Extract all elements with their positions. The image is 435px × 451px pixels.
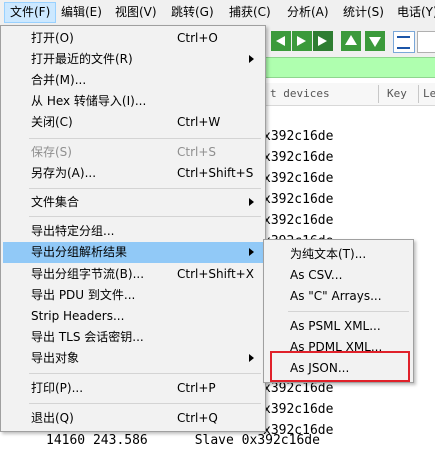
submenu-arrow-icon: [249, 198, 254, 206]
packet-row[interactable]: x392c16de: [263, 168, 435, 189]
menu-item-shortcut: Ctrl+O: [177, 31, 218, 45]
menu-item-strip-headers[interactable]: Strip Headers...: [3, 306, 263, 327]
go-forward-icon[interactable]: [292, 31, 312, 51]
menu-item-save[interactable]: 保存(S) Ctrl+S: [3, 142, 263, 163]
packet-row[interactable]: x392c16de: [263, 126, 435, 147]
menu-file[interactable]: 文件(F): [4, 2, 57, 23]
menu-item-export-dissections[interactable]: 导出分组解析结果: [3, 242, 263, 263]
menu-item-label: 保存(S): [31, 145, 72, 159]
menu-item-export-objects[interactable]: 导出对象: [3, 348, 263, 369]
menu-capture[interactable]: 捕获(C): [224, 3, 276, 22]
submenu-arrow-icon: [249, 354, 254, 362]
menu-item-import-hex[interactable]: 从 Hex 转储导入(I)...: [3, 91, 263, 112]
menu-item-label: 导出分组字节流(B)...: [31, 267, 145, 281]
auto-scroll-icon[interactable]: [393, 31, 415, 53]
go-last-packet-icon[interactable]: [365, 31, 385, 51]
menu-item-save-as[interactable]: 另存为(A)... Ctrl+Shift+S: [3, 163, 263, 184]
menu-edit[interactable]: 编辑(E): [56, 3, 107, 22]
menu-item-export-tls-keys[interactable]: 导出 TLS 会话密钥...: [3, 327, 263, 348]
menu-item-label: 导出 PDU 到文件...: [31, 288, 136, 302]
submenu-item-psml[interactable]: As PSML XML...: [266, 316, 411, 337]
menu-item-label: 关闭(C): [31, 115, 73, 129]
menu-bar: 文件(F) 编辑(E) 视图(V) 跳转(G) 捕获(C) 分析(A) 统计(S…: [0, 0, 435, 26]
menu-item-print[interactable]: 打印(P)... Ctrl+P: [3, 378, 263, 399]
menu-item-shortcut: Ctrl+S: [177, 145, 217, 159]
column-key[interactable]: Key: [387, 87, 407, 100]
menu-item-shortcut: Ctrl+P: [177, 381, 216, 395]
submenu-item-label: As PSML XML...: [290, 319, 381, 333]
menu-item-shortcut: Ctrl+Q: [177, 411, 218, 425]
go-back-icon[interactable]: [271, 31, 291, 51]
menu-item-file-set[interactable]: 文件集合: [3, 192, 263, 213]
submenu-item-csv[interactable]: As CSV...: [266, 265, 411, 286]
menu-analyze[interactable]: 分析(A): [282, 3, 334, 22]
menu-item-label: 打开最近的文件(R): [31, 52, 133, 66]
submenu-item-plain-text[interactable]: 为纯文本(T)...: [266, 244, 411, 265]
menu-item-label: Strip Headers...: [31, 309, 125, 323]
display-filter-bar[interactable]: [265, 57, 435, 78]
main-toolbar: [265, 25, 435, 57]
menu-item-label: 导出分组解析结果: [31, 245, 128, 259]
menu-view[interactable]: 视图(V): [110, 3, 162, 22]
packet-row[interactable]: 14160 243.586 Slave 0x392c16de: [46, 430, 435, 451]
menu-separator: [29, 403, 261, 404]
menu-item-label: 打开(O): [31, 31, 74, 45]
menu-item-label: 文件集合: [31, 195, 80, 209]
menu-separator: [29, 188, 261, 189]
menu-item-export-pdu[interactable]: 导出 PDU 到文件...: [3, 285, 263, 306]
menu-item-label: 导出 TLS 会话密钥...: [31, 330, 144, 344]
menu-item-label: 合并(M)...: [31, 73, 87, 87]
packet-row[interactable]: x392c16de: [263, 147, 435, 168]
menu-item-merge[interactable]: 合并(M)...: [3, 70, 263, 91]
menu-item-open-recent[interactable]: 打开最近的文件(R): [3, 49, 263, 70]
file-menu-dropdown: 打开(O) Ctrl+O 打开最近的文件(R) 合并(M)... 从 Hex 转…: [0, 25, 266, 432]
submenu-item-label: As CSV...: [290, 268, 343, 282]
menu-item-label: 导出对象: [31, 351, 80, 365]
menu-item-shortcut: Ctrl+Shift+X: [177, 267, 254, 281]
colorize-icon[interactable]: [417, 31, 435, 53]
column-header-row: t devices Key Le: [265, 83, 435, 106]
menu-separator: [29, 138, 261, 139]
packet-row[interactable]: x392c16de: [263, 189, 435, 210]
menu-item-close[interactable]: 关闭(C) Ctrl+W: [3, 112, 263, 133]
menu-item-shortcut: Ctrl+W: [177, 115, 221, 129]
menu-telephony[interactable]: 电话(Y): [392, 3, 435, 22]
menu-item-label: 退出(Q): [31, 411, 74, 425]
go-to-packet-icon[interactable]: [313, 31, 333, 51]
menu-statistics[interactable]: 统计(S): [338, 3, 389, 22]
submenu-item-label: 为纯文本(T)...: [290, 247, 367, 261]
menu-separator: [288, 311, 409, 312]
menu-item-export-bytes[interactable]: 导出分组字节流(B)... Ctrl+Shift+X: [3, 264, 263, 285]
menu-go[interactable]: 跳转(G): [166, 3, 219, 22]
submenu-arrow-icon: [249, 55, 254, 63]
menu-item-open[interactable]: 打开(O) Ctrl+O: [3, 28, 263, 49]
annotation-highlight-box: [270, 351, 410, 382]
packet-row[interactable]: x392c16de: [263, 210, 435, 231]
menu-item-quit[interactable]: 退出(Q) Ctrl+Q: [3, 408, 263, 429]
menu-item-label: 另存为(A)...: [31, 166, 97, 180]
menu-item-export-specified[interactable]: 导出特定分组...: [3, 221, 263, 242]
filter-hint-text: t devices: [270, 87, 330, 100]
column-le[interactable]: Le: [423, 87, 435, 100]
menu-item-label: 打印(P)...: [31, 381, 84, 395]
go-first-packet-icon[interactable]: [341, 31, 361, 51]
menu-item-shortcut: Ctrl+Shift+S: [177, 166, 254, 180]
submenu-item-c-arrays[interactable]: As "C" Arrays...: [266, 286, 411, 307]
menu-separator: [29, 373, 261, 374]
menu-separator: [29, 216, 261, 217]
packet-row[interactable]: x392c16de: [263, 399, 435, 420]
menu-item-label: 导出特定分组...: [31, 224, 115, 238]
submenu-arrow-icon: [249, 248, 254, 256]
submenu-item-label: As "C" Arrays...: [290, 289, 382, 303]
menu-item-label: 从 Hex 转储导入(I)...: [31, 94, 147, 108]
